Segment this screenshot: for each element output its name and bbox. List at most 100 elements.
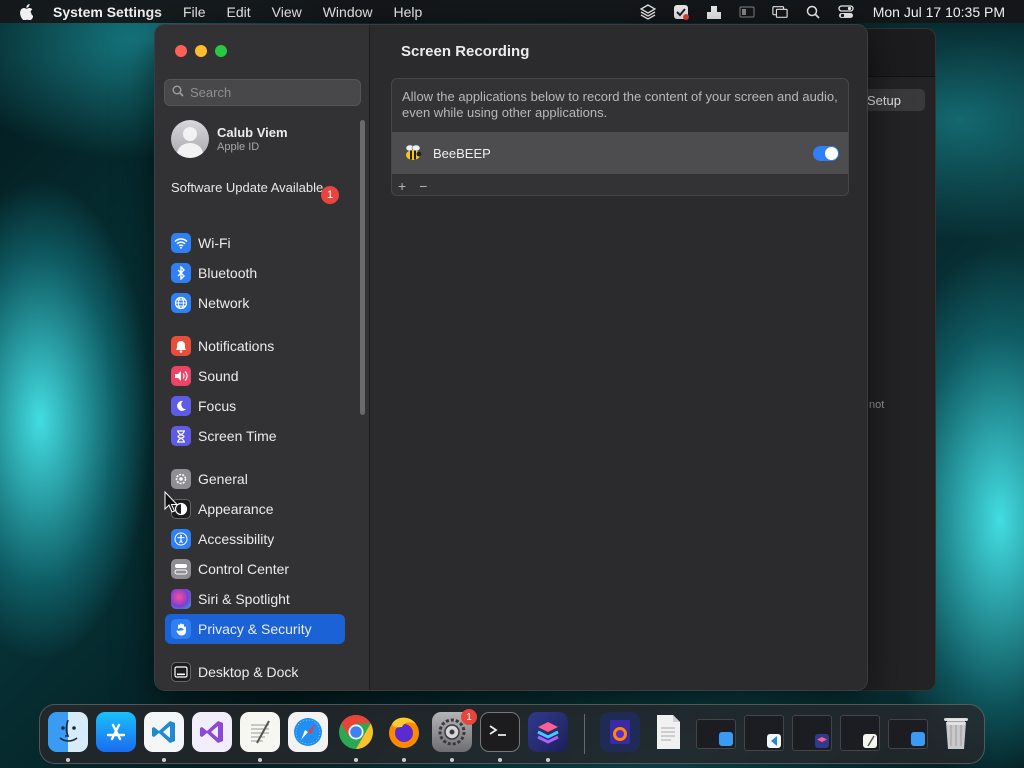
search-field[interactable] xyxy=(164,79,361,106)
close-button[interactable] xyxy=(175,45,187,57)
dock-shortcuts[interactable] xyxy=(528,712,568,752)
siri-icon xyxy=(171,589,191,609)
dock-chrome[interactable] xyxy=(336,712,376,752)
screen-mirror-icon[interactable] xyxy=(739,4,755,20)
sidebar-item-desktop-dock[interactable]: Desktop & Dock xyxy=(165,659,345,685)
edit-menu[interactable]: Edit xyxy=(227,4,251,20)
dock-window-thumbnail[interactable] xyxy=(744,715,784,751)
app-menu[interactable]: System Settings xyxy=(53,4,162,20)
dock-window-thumbnail[interactable] xyxy=(888,719,928,749)
firefox-icon xyxy=(389,717,419,748)
view-menu[interactable]: View xyxy=(272,4,302,20)
windows-icon[interactable] xyxy=(772,4,788,20)
sidebar-item-screen-time[interactable]: Screen Time xyxy=(165,423,345,449)
dock-textedit[interactable] xyxy=(240,712,280,752)
dock-recent-document[interactable] xyxy=(648,712,688,752)
sidebar-item-sound[interactable]: Sound xyxy=(165,363,345,389)
sidebar-item-label: Appearance xyxy=(198,501,274,517)
sidebar-item-label: Network xyxy=(198,295,250,311)
control-center-icon[interactable] xyxy=(838,4,854,20)
layers-icon[interactable] xyxy=(639,3,656,20)
remove-app-button[interactable]: − xyxy=(419,178,427,194)
bell-icon xyxy=(171,336,191,356)
finder-badge-icon xyxy=(719,732,733,746)
shortcuts-badge-icon xyxy=(815,734,829,748)
sidebar-item-wifi[interactable]: Wi-Fi xyxy=(165,230,345,256)
background-window-text: not xyxy=(869,399,885,411)
sidebar: Calub Viem Apple ID Software Update Avai… xyxy=(155,25,370,690)
dock-app-store[interactable] xyxy=(96,712,136,752)
sidebar-item-label: Accessibility xyxy=(198,531,275,547)
apple-menu-icon[interactable] xyxy=(17,3,35,21)
account-subtitle: Apple ID xyxy=(217,141,260,153)
sidebar-item-label: Bluetooth xyxy=(198,265,258,281)
sidebar-item-general[interactable]: General xyxy=(165,466,345,492)
spotlight-search-icon[interactable] xyxy=(805,4,821,20)
sidebar-item-appearance[interactable]: Appearance xyxy=(165,496,345,522)
account-name: Calub Viem xyxy=(217,125,288,140)
setup-button[interactable]: Setup xyxy=(861,89,925,111)
add-app-button[interactable]: + xyxy=(398,178,406,194)
sidebar-item-notifications[interactable]: Notifications xyxy=(165,333,345,359)
window-menu[interactable]: Window xyxy=(323,4,373,20)
sidebar-item-label: Sound xyxy=(198,368,239,384)
zoom-button[interactable] xyxy=(215,45,227,57)
search-input[interactable] xyxy=(190,85,350,100)
drive-icon[interactable] xyxy=(706,4,722,20)
sidebar-item-label: Control Center xyxy=(198,561,290,577)
safari-icon xyxy=(294,718,322,746)
sidebar-item-privacy-security[interactable]: Privacy & Security xyxy=(165,614,345,644)
control-center-icon xyxy=(171,559,191,579)
sidebar-item-label: Wi-Fi xyxy=(198,235,231,251)
dock-window-thumbnail[interactable] xyxy=(792,715,832,751)
menubar-clock[interactable]: Mon Jul 17 10:35 PM xyxy=(873,4,1005,20)
finder-badge-icon xyxy=(911,732,925,746)
file-menu[interactable]: File xyxy=(183,4,206,20)
minimize-button[interactable] xyxy=(195,45,207,57)
app-status-icon[interactable] xyxy=(673,4,689,20)
sidebar-item-accessibility[interactable]: Accessibility xyxy=(165,526,345,552)
visual-studio-icon xyxy=(200,721,223,743)
finder-icon xyxy=(59,719,78,742)
beebeep-toggle[interactable] xyxy=(813,146,839,161)
vscode-icon xyxy=(152,721,175,743)
dock-safari[interactable] xyxy=(288,712,328,752)
sidebar-item-focus[interactable]: Focus xyxy=(165,393,345,419)
dock-vscode[interactable] xyxy=(144,712,184,752)
running-indicator xyxy=(546,758,550,762)
app-row-beebeep[interactable]: BeeBEEP xyxy=(392,132,848,174)
sidebar-item-bluetooth[interactable]: Bluetooth xyxy=(165,260,345,286)
page-title: Screen Recording xyxy=(401,43,530,60)
menu-bar: System Settings File Edit View Window He… xyxy=(0,0,1024,23)
dock-terminal[interactable] xyxy=(480,712,520,752)
dock-firefox[interactable] xyxy=(384,712,424,752)
sidebar-item-label: Screen Time xyxy=(198,428,277,444)
avatar xyxy=(171,120,209,158)
wifi-icon xyxy=(171,233,191,253)
sidebar-item-label: Privacy & Security xyxy=(198,621,312,637)
software-update-item[interactable]: Software Update Available 1 xyxy=(171,180,341,204)
globe-icon xyxy=(171,293,191,313)
apple-id-account[interactable]: Calub Viem Apple ID xyxy=(171,120,288,158)
dock-finder[interactable] xyxy=(48,712,88,752)
dock-trash[interactable] xyxy=(936,712,976,752)
dock-window-thumbnail[interactable] xyxy=(696,719,736,749)
window-controls xyxy=(175,45,235,57)
dock-visual-studio[interactable] xyxy=(192,712,232,752)
sidebar-item-label: Siri & Spotlight xyxy=(198,591,290,607)
running-indicator xyxy=(162,758,166,762)
dock-icon xyxy=(171,662,191,682)
sidebar-item-siri-spotlight[interactable]: Siri & Spotlight xyxy=(165,586,345,612)
moon-icon xyxy=(171,396,191,416)
bee-icon xyxy=(402,142,424,164)
sidebar-item-network[interactable]: Network xyxy=(165,290,345,316)
document-icon xyxy=(657,715,680,749)
help-menu[interactable]: Help xyxy=(394,4,423,20)
textedit-icon xyxy=(251,720,270,744)
sidebar-item-control-center[interactable]: Control Center xyxy=(165,556,345,582)
dock-window-thumbnail[interactable] xyxy=(840,715,880,751)
system-settings-badge: 1 xyxy=(461,709,477,725)
sidebar-item-label: Desktop & Dock xyxy=(198,664,299,680)
dock-recent-firefox-doc[interactable] xyxy=(600,712,640,752)
sidebar-scrollbar[interactable] xyxy=(360,120,365,415)
